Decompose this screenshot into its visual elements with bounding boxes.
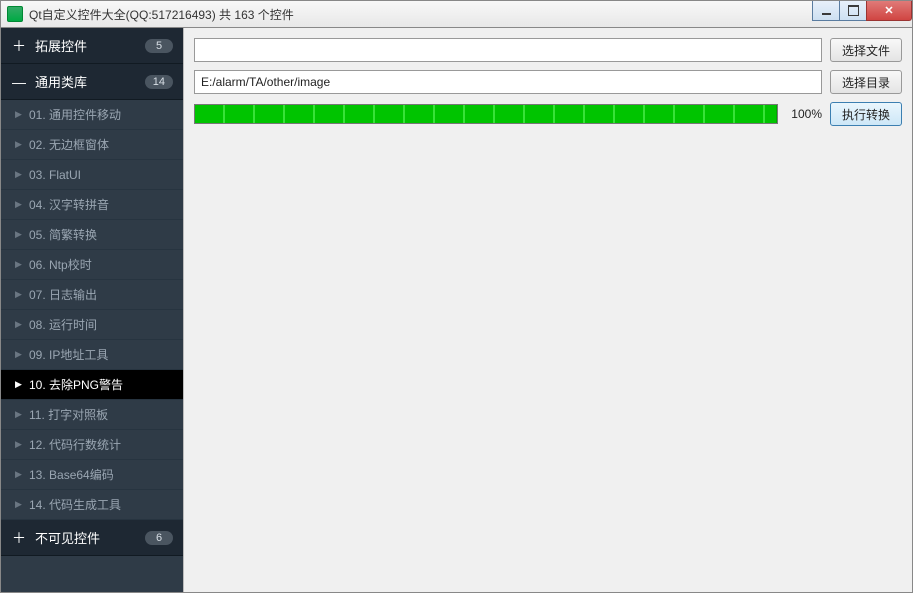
sidebar-item-label: 12. 代码行数统计 (29, 436, 121, 453)
triangle-icon: ▶ (15, 319, 25, 330)
minimize-button[interactable] (812, 1, 840, 21)
sidebar-item[interactable]: ▶ 05. 简繁转换 (1, 220, 183, 250)
sidebar-item[interactable]: ▶ 13. Base64编码 (1, 460, 183, 490)
sidebar-item-label: 10. 去除PNG警告 (29, 376, 123, 393)
sidebar-item-label: 09. IP地址工具 (29, 346, 108, 363)
title-bar: Qt自定义控件大全(QQ:517216493) 共 163 个控件 (0, 0, 913, 28)
progress-row: 100% 执行转换 (194, 102, 902, 126)
dir-row: E:/alarm/TA/other/image 选择目录 (194, 70, 902, 94)
group-header[interactable]: ＋ 不可见控件6 (1, 520, 183, 556)
triangle-icon: ▶ (15, 229, 25, 240)
sidebar-item-label: 08. 运行时间 (29, 316, 97, 333)
window-title: Qt自定义控件大全(QQ:517216493) 共 163 个控件 (29, 6, 294, 23)
triangle-icon: ▶ (15, 379, 25, 390)
progress-bar (194, 104, 778, 124)
sidebar-item[interactable]: ▶ 02. 无边框窗体 (1, 130, 183, 160)
group-label: 通用类库 (35, 72, 145, 91)
sidebar-item-label: 06. Ntp校时 (29, 256, 92, 273)
triangle-icon: ▶ (15, 439, 25, 450)
triangle-icon: ▶ (15, 199, 25, 210)
sidebar-item-label: 02. 无边框窗体 (29, 136, 109, 153)
sidebar-item-label: 11. 打字对照板 (29, 406, 108, 423)
sidebar-item[interactable]: ▶ 14. 代码生成工具 (1, 490, 183, 520)
triangle-icon: ▶ (15, 259, 25, 270)
sidebar-item[interactable]: ▶ 06. Ntp校时 (1, 250, 183, 280)
progress-label: 100% (786, 107, 822, 121)
sidebar-item-label: 03. FlatUI (29, 168, 81, 182)
triangle-icon: ▶ (15, 499, 25, 510)
app-icon (7, 6, 23, 22)
collapse-icon: — (11, 74, 27, 90)
execute-button[interactable]: 执行转换 (830, 102, 902, 126)
maximize-button[interactable] (839, 1, 867, 21)
group-label: 拓展控件 (35, 36, 145, 55)
expand-icon: ＋ (11, 36, 27, 56)
sidebar: ＋ 拓展控件5 — 通用类库14 ▶ 01. 通用控件移动 ▶ 02. 无边框窗体 ▶ 03. F… (1, 28, 183, 592)
sidebar-item[interactable]: ▶ 07. 日志输出 (1, 280, 183, 310)
expand-icon: ＋ (11, 528, 27, 548)
sidebar-item[interactable]: ▶ 09. IP地址工具 (1, 340, 183, 370)
file-input[interactable] (194, 38, 822, 62)
triangle-icon: ▶ (15, 169, 25, 180)
file-row: 选择文件 (194, 38, 902, 62)
sidebar-item[interactable]: ▶ 10. 去除PNG警告 (1, 370, 183, 400)
sidebar-item[interactable]: ▶ 12. 代码行数统计 (1, 430, 183, 460)
select-dir-button[interactable]: 选择目录 (830, 70, 902, 94)
group-badge: 14 (145, 75, 173, 89)
triangle-icon: ▶ (15, 469, 25, 480)
sidebar-item[interactable]: ▶ 11. 打字对照板 (1, 400, 183, 430)
sidebar-item-label: 13. Base64编码 (29, 466, 114, 483)
sidebar-item-label: 07. 日志输出 (29, 286, 97, 303)
group-header[interactable]: ＋ 拓展控件5 (1, 28, 183, 64)
sidebar-item[interactable]: ▶ 03. FlatUI (1, 160, 183, 190)
close-button[interactable] (866, 1, 912, 21)
group-header[interactable]: — 通用类库14 (1, 64, 183, 100)
sidebar-item[interactable]: ▶ 01. 通用控件移动 (1, 100, 183, 130)
client-area: ＋ 拓展控件5 — 通用类库14 ▶ 01. 通用控件移动 ▶ 02. 无边框窗体 ▶ 03. F… (0, 28, 913, 593)
sidebar-item-label: 04. 汉字转拼音 (29, 196, 109, 213)
triangle-icon: ▶ (15, 289, 25, 300)
select-file-button[interactable]: 选择文件 (830, 38, 902, 62)
sidebar-item[interactable]: ▶ 08. 运行时间 (1, 310, 183, 340)
sidebar-item-label: 01. 通用控件移动 (29, 106, 121, 123)
group-badge: 5 (145, 39, 173, 53)
sidebar-item-label: 14. 代码生成工具 (29, 496, 121, 513)
sidebar-item[interactable]: ▶ 04. 汉字转拼音 (1, 190, 183, 220)
group-items: ▶ 01. 通用控件移动 ▶ 02. 无边框窗体 ▶ 03. FlatUI ▶ 04. 汉字转… (1, 100, 183, 520)
triangle-icon: ▶ (15, 409, 25, 420)
window-controls (813, 1, 912, 21)
triangle-icon: ▶ (15, 109, 25, 120)
dir-input[interactable]: E:/alarm/TA/other/image (194, 70, 822, 94)
main-panel: 选择文件 E:/alarm/TA/other/image 选择目录 100% 执… (183, 28, 912, 592)
group-label: 不可见控件 (35, 528, 145, 547)
progress-fill (195, 105, 777, 123)
sidebar-item-label: 05. 简繁转换 (29, 226, 97, 243)
triangle-icon: ▶ (15, 349, 25, 360)
triangle-icon: ▶ (15, 139, 25, 150)
group-badge: 6 (145, 531, 173, 545)
